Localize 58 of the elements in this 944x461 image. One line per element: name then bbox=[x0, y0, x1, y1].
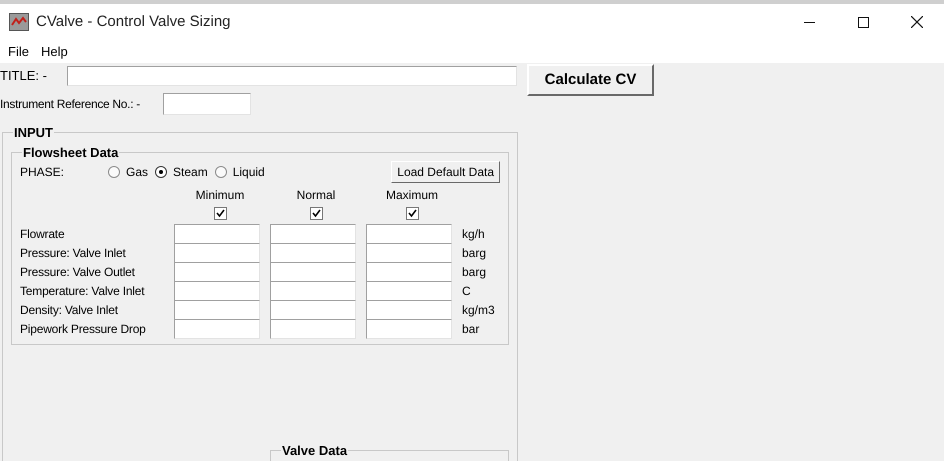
unit-label: C bbox=[462, 282, 471, 300]
row-label: Temperature: Valve Inlet bbox=[20, 282, 146, 300]
row-label: Flowrate bbox=[20, 226, 66, 242]
load-default-data-button[interactable]: Load Default Data bbox=[391, 161, 500, 183]
data-field[interactable] bbox=[174, 280, 260, 300]
maximize-icon bbox=[858, 16, 868, 28]
title-field[interactable] bbox=[67, 66, 517, 86]
data-field[interactable] bbox=[366, 262, 452, 282]
data-field[interactable] bbox=[366, 318, 452, 338]
data-field[interactable] bbox=[366, 224, 452, 244]
data-field[interactable] bbox=[366, 280, 452, 300]
window-title: CValve - Control Valve Sizing bbox=[36, 12, 231, 32]
data-field[interactable] bbox=[174, 318, 260, 338]
data-field[interactable] bbox=[366, 242, 452, 262]
radio-button[interactable] bbox=[214, 166, 227, 178]
data-field[interactable] bbox=[174, 224, 260, 244]
unit-label: kg/m3 bbox=[462, 302, 495, 318]
column-checkbox[interactable] bbox=[214, 207, 226, 220]
unit-label: barg bbox=[462, 264, 486, 280]
unit-label: kg/h bbox=[462, 226, 485, 242]
row-label: Density: Valve Inlet bbox=[20, 302, 119, 318]
column-heading: Maximum bbox=[386, 187, 438, 204]
column-heading: Minimum bbox=[196, 187, 244, 204]
phase-label: PHASE: bbox=[20, 164, 66, 181]
radio-button[interactable] bbox=[155, 166, 168, 178]
data-field[interactable] bbox=[270, 300, 356, 320]
unit-label: bar bbox=[462, 320, 480, 338]
data-field[interactable] bbox=[174, 300, 260, 320]
valve-data-label: Valve Data bbox=[281, 442, 348, 460]
data-field[interactable] bbox=[270, 318, 356, 338]
data-field[interactable] bbox=[270, 224, 356, 244]
row-label: Pressure: Valve Inlet bbox=[20, 244, 127, 262]
input-group-label: INPUT bbox=[13, 124, 54, 142]
data-field[interactable] bbox=[366, 300, 452, 320]
instrument-reference-field[interactable] bbox=[163, 93, 251, 115]
column-checkbox[interactable] bbox=[406, 207, 418, 220]
calculate-cv-button[interactable]: Calculate CV bbox=[527, 64, 654, 96]
data-field[interactable] bbox=[270, 280, 356, 300]
close-icon bbox=[911, 16, 923, 28]
title-label: TITLE: - bbox=[0, 67, 48, 86]
row-label: Pressure: Valve Outlet bbox=[20, 264, 136, 280]
radio-label[interactable]: Liquid bbox=[232, 163, 265, 181]
data-field[interactable] bbox=[270, 262, 356, 282]
row-label: Pipework Pressure Drop bbox=[20, 320, 147, 338]
data-field[interactable] bbox=[174, 242, 260, 262]
radio-label[interactable]: Steam bbox=[173, 163, 208, 181]
menu-item[interactable]: File bbox=[8, 42, 29, 62]
column-heading: Normal bbox=[296, 187, 336, 204]
unit-label: barg bbox=[462, 244, 486, 262]
radio-label[interactable]: Gas bbox=[126, 163, 148, 181]
data-field[interactable] bbox=[270, 242, 356, 262]
instrument-reference-label: Instrument Reference No.: - bbox=[0, 96, 141, 113]
menu-item[interactable]: Help bbox=[40, 42, 68, 62]
app-icon bbox=[9, 13, 29, 31]
flowsheet-group-label: Flowsheet Data bbox=[22, 144, 120, 162]
radio-button[interactable] bbox=[108, 166, 120, 178]
column-checkbox[interactable] bbox=[310, 207, 322, 220]
data-field[interactable] bbox=[174, 262, 260, 282]
